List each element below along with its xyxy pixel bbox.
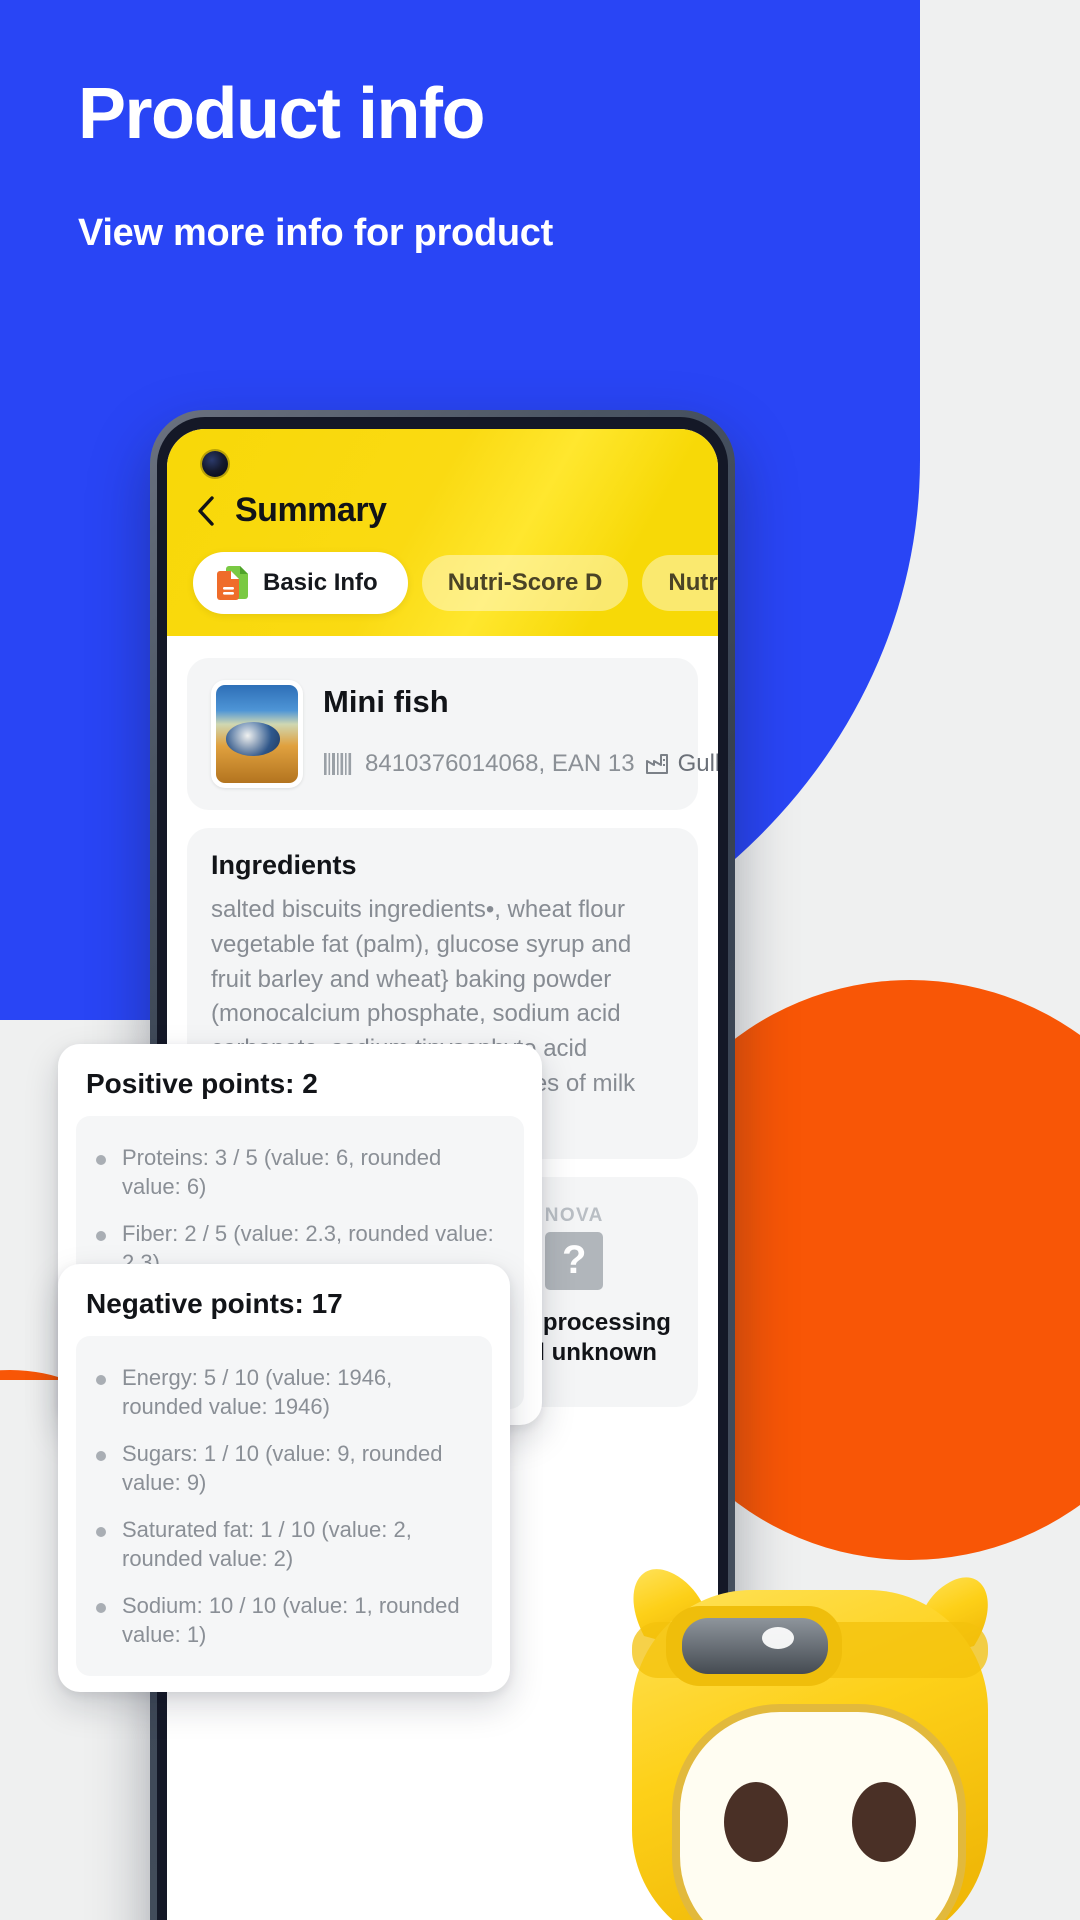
list-item: Sodium: 10 / 10 (value: 1, rounded value…: [90, 1582, 478, 1658]
tab-bar[interactable]: Basic Info Nutri-Score D Nutrition facts…: [167, 540, 718, 636]
nova-value: ?: [545, 1231, 604, 1290]
list-item-text: Sugars: 1 / 10 (value: 9, rounded value:…: [122, 1441, 443, 1496]
nova-wordmark: NOVA: [544, 1204, 604, 1226]
product-meta: Mini fish 8410376014068, EAN 13 Gull: [323, 680, 718, 778]
product-card[interactable]: Mini fish 8410376014068, EAN 13 Gull: [187, 658, 718, 810]
hero-text-block: Product info View more info for product: [78, 78, 553, 255]
tab-label: Nutri-Score D: [447, 569, 603, 596]
bullet-icon: [96, 1603, 106, 1614]
list-item: Saturated fat: 1 / 10 (value: 2, rounded…: [90, 1506, 478, 1582]
product-image: [211, 680, 303, 788]
tab-basic-info[interactable]: Basic Info: [193, 552, 408, 614]
bullet-icon: [96, 1231, 106, 1242]
negative-points-card[interactable]: Negative points: 17 Energy: 5 / 10 (valu…: [58, 1264, 510, 1693]
promo-screenshot: Product info View more info for product …: [0, 0, 1080, 1920]
active-tab-pointer: [382, 636, 422, 654]
front-camera-icon: [202, 451, 228, 477]
ingredients-title: Ingredients: [211, 850, 357, 880]
barcode-icon: [324, 753, 352, 775]
bullet-icon: [96, 1155, 106, 1165]
page-subtitle: View more info for product: [78, 212, 553, 254]
product-barcode: 8410376014068, EAN 13: [323, 750, 635, 778]
tab-nutri-score[interactable]: Nutri-Score D: [421, 555, 629, 611]
list-item-text: Saturated fat: 1 / 10 (value: 2, rounded…: [122, 1517, 412, 1572]
negative-points-list: Energy: 5 / 10 (value: 1946, rounded val…: [76, 1336, 492, 1677]
list-item: Proteins: 3 / 5 (value: 6, rounded value…: [90, 1134, 510, 1210]
list-item: Sugars: 1 / 10 (value: 9, rounded value:…: [90, 1430, 478, 1506]
barcode-text: 8410376014068, EAN 13: [365, 750, 635, 777]
product-name: Mini fish: [323, 684, 449, 719]
chevron-left-icon: [198, 495, 214, 526]
list-item-text: Sodium: 10 / 10 (value: 1, rounded value…: [122, 1593, 460, 1648]
title-bar: Summary: [167, 445, 718, 540]
product-row: Mini fish 8410376014068, EAN 13 Gull: [211, 680, 718, 788]
document-icon: [217, 566, 248, 600]
app-header: Summary Basic Info Nutri-Score D Nutr: [167, 429, 718, 636]
negative-points-title: Negative points: 17: [86, 1288, 343, 1319]
product-packshot: [216, 685, 298, 783]
tab-label: Nutrition facts: [668, 569, 718, 596]
bullet-icon: [96, 1527, 106, 1538]
factory-icon: [645, 754, 668, 774]
list-item: Energy: 5 / 10 (value: 1946, rounded val…: [90, 1354, 478, 1430]
bullet-icon: [96, 1451, 106, 1462]
tab-label: Basic Info: [263, 569, 378, 596]
mascot-icon: [632, 1569, 988, 1920]
list-item-text: Proteins: 3 / 5 (value: 6, rounded value…: [122, 1145, 442, 1200]
positive-points-title: Positive points: 2: [86, 1068, 318, 1099]
list-item-text: Energy: 5 / 10 (value: 1946, rounded val…: [122, 1365, 393, 1420]
tab-nutrition-facts[interactable]: Nutrition facts: [642, 555, 718, 611]
app-title: Summary: [235, 491, 387, 529]
back-button[interactable]: [193, 495, 219, 527]
bullet-icon: [96, 1375, 106, 1385]
product-brand: Gullón: [645, 750, 718, 778]
page-title: Product info: [78, 74, 485, 154]
brand-name: Gullón: [677, 750, 718, 777]
nova-badge: NOVA ?: [545, 1205, 604, 1290]
product-subrow: 8410376014068, EAN 13 Gullón: [323, 750, 718, 778]
